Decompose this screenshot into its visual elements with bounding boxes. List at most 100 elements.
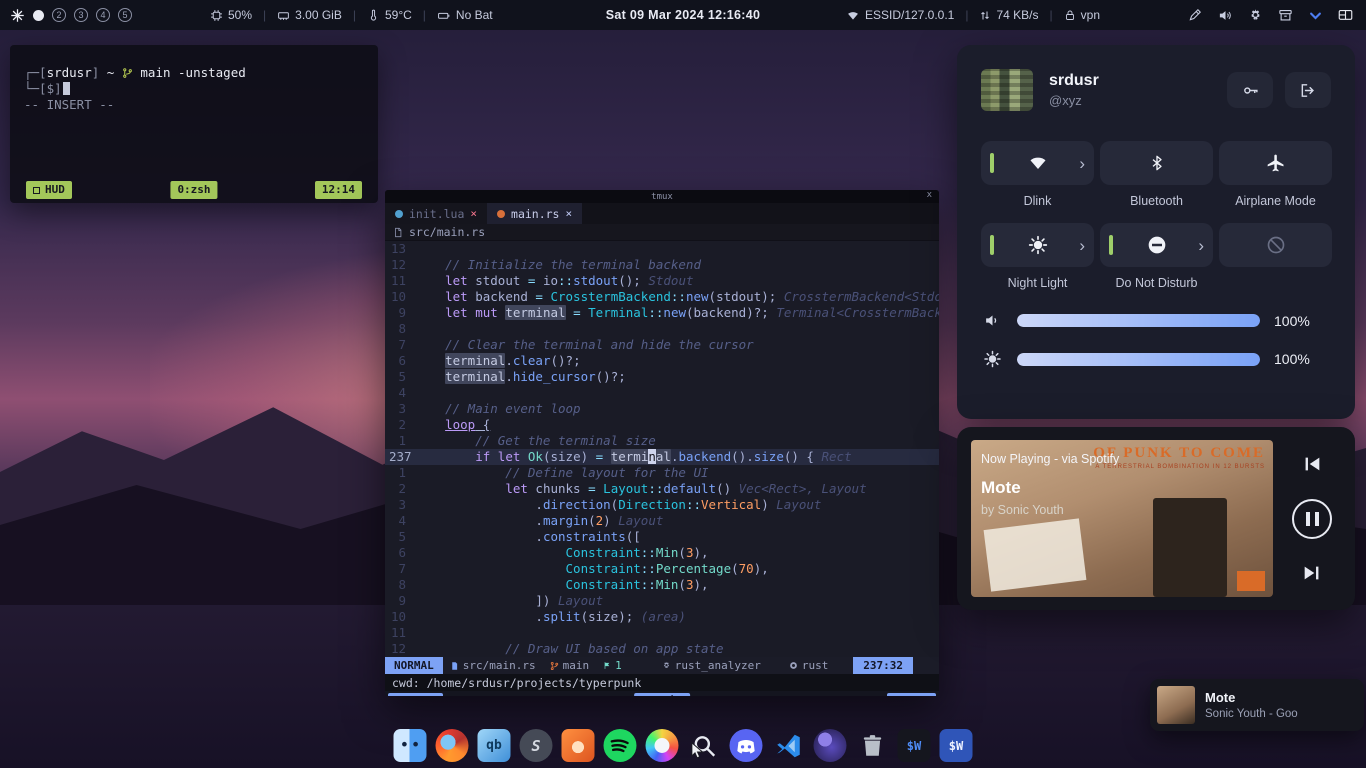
code-token: Rect xyxy=(822,449,852,464)
brightness-slider-fill xyxy=(1017,353,1260,366)
vpn-stat[interactable]: vpn xyxy=(1064,8,1100,22)
terminal-window[interactable]: ┌─[srdusr] ~ main -unstaged └─[$] -- INS… xyxy=(10,45,378,203)
code-token: // Define layout for the UI xyxy=(415,465,709,480)
editor-window[interactable]: tmux x init.lua × main.rs × src/main.rs … xyxy=(385,190,939,696)
code-token: ), xyxy=(693,577,708,592)
screen-layout-icon[interactable] xyxy=(1334,5,1356,25)
logout-button[interactable] xyxy=(1285,72,1331,108)
code-line: 9 let mut terminal = Terminal::new(backe… xyxy=(385,305,939,321)
avatar[interactable] xyxy=(981,69,1033,111)
workspace-tag-3[interactable]: 3 xyxy=(74,8,88,22)
code-token: CrosstermBackend<Stdout xyxy=(784,289,939,304)
code-token: if let xyxy=(475,449,520,464)
code-token: // Draw UI based on app state xyxy=(415,641,724,656)
separator: | xyxy=(420,8,429,22)
code-token: io xyxy=(535,273,558,288)
toggle-cell: Bluetooth xyxy=(1100,141,1213,209)
session-icon xyxy=(33,187,40,194)
volume-slider[interactable] xyxy=(1017,314,1260,327)
dock-trash[interactable] xyxy=(856,729,889,762)
code-token: termi xyxy=(611,449,649,464)
skip-back-icon[interactable] xyxy=(1299,453,1325,475)
line-number: 2 xyxy=(385,417,415,433)
pause-icon[interactable] xyxy=(1292,499,1332,539)
dock-app-orange[interactable] xyxy=(562,729,595,762)
dock-firefox[interactable] xyxy=(436,729,469,762)
code-token: backend xyxy=(468,289,536,304)
toggle-airplane[interactable] xyxy=(1219,141,1332,185)
desktop: 2 3 4 5 50% | 3.00 GiB | xyxy=(0,0,1366,768)
statusline-branch: main xyxy=(543,659,597,672)
dock-app-swirl[interactable]: S xyxy=(520,729,553,762)
code-token: backend xyxy=(678,449,731,464)
code-token: . xyxy=(415,609,543,624)
keys-button[interactable] xyxy=(1227,72,1273,108)
archive-icon[interactable] xyxy=(1274,5,1296,25)
dock-spotify[interactable] xyxy=(604,729,637,762)
notification[interactable]: Mote Sonic Youth - Goo xyxy=(1150,679,1364,731)
code-line: 9 ]) Layout xyxy=(385,593,939,609)
workspace-tag-5[interactable]: 5 xyxy=(118,8,132,22)
flag-icon xyxy=(603,661,611,670)
user-handle: @xyz xyxy=(1049,93,1099,108)
toggle-wifi[interactable]: › xyxy=(981,141,1094,185)
code-token: chunks xyxy=(528,481,588,496)
toggle-blocked[interactable] xyxy=(1219,223,1332,267)
workspace-tag-2[interactable]: 2 xyxy=(52,8,66,22)
code-line: 8 Constraint::Min(3), xyxy=(385,577,939,593)
logout-icon xyxy=(1299,82,1317,99)
separator: | xyxy=(260,8,269,22)
line-number: 6 xyxy=(385,545,415,561)
code-token: Ok xyxy=(528,449,543,464)
dock-magnifier[interactable] xyxy=(688,729,721,762)
chevron-down-icon[interactable] xyxy=(1304,5,1326,25)
code-line: 2 loop { xyxy=(385,417,939,433)
dock-vscode[interactable] xyxy=(772,729,805,762)
dock-qutebrowser[interactable]: qb xyxy=(478,729,511,762)
distro-logo-icon[interactable] xyxy=(10,8,25,23)
window-close-button[interactable]: x xyxy=(927,190,932,200)
chevron-right-icon[interactable]: › xyxy=(1198,237,1204,254)
skip-forward-icon[interactable] xyxy=(1299,562,1325,584)
code-line: 11 let stdout = io::stdout(); Stdout xyxy=(385,273,939,289)
workspace-tag-4[interactable]: 4 xyxy=(96,8,110,22)
terminal-cursor xyxy=(63,82,70,95)
dock-discord[interactable] xyxy=(730,729,763,762)
tmux-clock-badge: 12:13 xyxy=(887,693,936,697)
toggle-night-light[interactable]: › xyxy=(981,223,1094,267)
code-token xyxy=(603,449,611,464)
cpu-stat: 50% xyxy=(210,8,252,22)
brightness-slider[interactable] xyxy=(1017,353,1260,366)
tmux-window-nvim[interactable]: 0:nvim xyxy=(634,693,690,697)
tab-main-rs[interactable]: main.rs × xyxy=(487,203,582,224)
dock-app-indigo[interactable] xyxy=(814,729,847,762)
dock-script-w2[interactable]: $W xyxy=(940,729,973,762)
tmux-window-zsh[interactable]: 0:zsh xyxy=(170,181,217,199)
toggle-bluetooth[interactable] xyxy=(1100,141,1213,185)
statusline-filetype: rust xyxy=(782,659,836,672)
speaker-icon[interactable] xyxy=(1214,5,1236,25)
dock-script-w1[interactable]: $W xyxy=(898,729,931,762)
close-icon[interactable]: × xyxy=(470,207,477,220)
wifi-stat[interactable]: ESSID/127.0.0.1 xyxy=(846,8,954,22)
close-icon[interactable]: × xyxy=(565,207,572,220)
code-text: let mut terminal = Terminal::new(backend… xyxy=(415,305,939,321)
code-area[interactable]: 1312 // Initialize the terminal backend1… xyxy=(385,241,939,657)
tab-init-lua[interactable]: init.lua × xyxy=(385,203,487,224)
code-token xyxy=(415,353,445,368)
cursor-position-badge: 237:32 xyxy=(853,657,913,674)
clock[interactable]: Sat 09 Mar 2024 12:16:40 xyxy=(606,8,761,22)
temperature-value: 59°C xyxy=(385,8,412,22)
editor-cursor: n xyxy=(648,449,656,464)
toggle-label: Airplane Mode xyxy=(1219,194,1332,209)
toggle-do-not-disturb[interactable]: › xyxy=(1100,223,1213,267)
dock-photos[interactable] xyxy=(646,729,679,762)
pen-icon[interactable] xyxy=(1184,5,1206,25)
chevron-right-icon[interactable]: › xyxy=(1079,237,1085,254)
code-line: 6 Constraint::Min(3), xyxy=(385,545,939,561)
code-text: if let Ok(size) = terminal.backend().siz… xyxy=(415,449,939,465)
chevron-right-icon[interactable]: › xyxy=(1079,155,1085,172)
gear-icon[interactable] xyxy=(1244,5,1266,25)
dock-files[interactable] xyxy=(394,729,427,762)
workspace-active-dot[interactable] xyxy=(33,10,44,21)
